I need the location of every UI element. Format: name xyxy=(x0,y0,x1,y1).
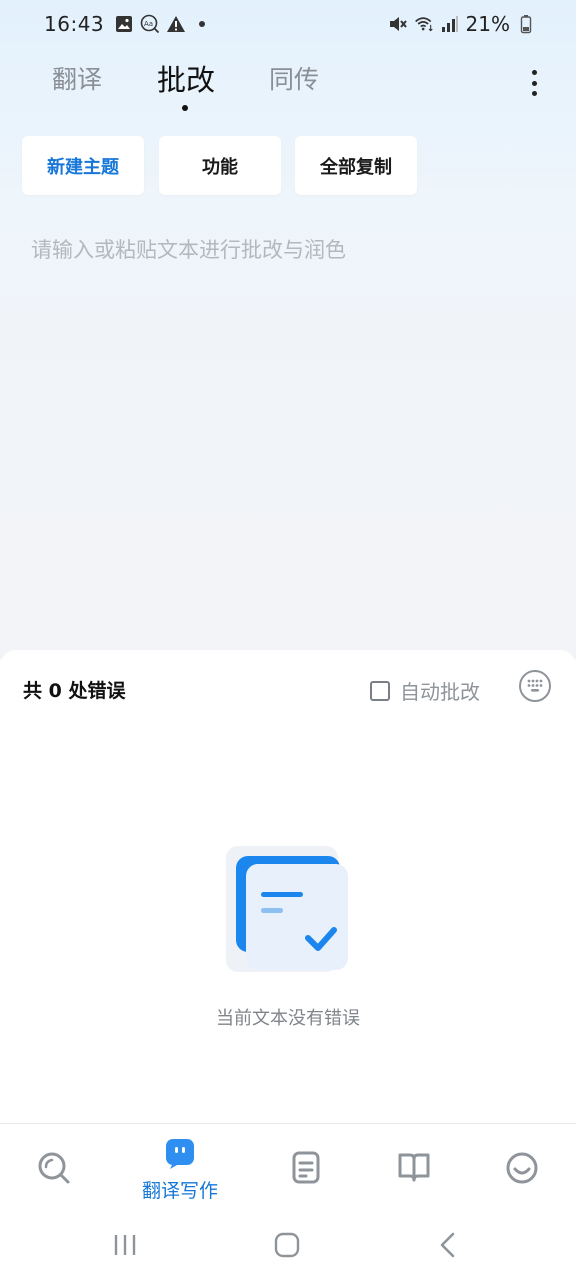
new-topic-button[interactable]: 新建主题 xyxy=(22,136,144,195)
wifi-icon xyxy=(414,14,434,34)
search-icon xyxy=(37,1151,71,1189)
document-icon xyxy=(291,1151,321,1189)
nav-translate-write-label: 翻译写作 xyxy=(141,1180,218,1202)
bottom-nav: 翻译写作 xyxy=(0,1123,576,1215)
svg-text:Aa: Aa xyxy=(144,20,153,28)
recent-apps-icon[interactable] xyxy=(112,1233,138,1261)
text-size-icon: Aa xyxy=(140,14,160,34)
error-count: 0 xyxy=(48,680,62,702)
home-icon[interactable] xyxy=(273,1232,301,1262)
error-prefix: 共 xyxy=(23,680,43,702)
battery-level: 21% xyxy=(465,12,510,36)
translate-write-icon xyxy=(164,1138,196,1174)
back-icon[interactable] xyxy=(438,1232,458,1262)
top-tabs: 翻译 批改 同传 xyxy=(0,60,576,120)
more-options-icon[interactable] xyxy=(526,68,542,98)
mute-icon xyxy=(388,14,408,34)
warning-icon xyxy=(166,14,186,34)
error-panel: 共 0 处错误 自动批改 当前文本没有错误 xyxy=(0,650,576,1124)
battery-icon xyxy=(516,14,536,34)
no-errors-illustration xyxy=(226,846,350,972)
copy-all-button[interactable]: 全部复制 xyxy=(295,136,417,195)
book-icon xyxy=(397,1151,431,1187)
signal-icon xyxy=(440,14,460,34)
nav-search[interactable] xyxy=(4,1124,104,1216)
smile-icon xyxy=(505,1151,539,1189)
status-time: 16:43 xyxy=(44,12,105,36)
status-bar: 16:43 Aa 21% xyxy=(0,0,576,48)
nav-document[interactable] xyxy=(256,1124,356,1216)
text-input-area[interactable]: 请输入或粘贴文本进行批改与润色 xyxy=(31,234,346,264)
nav-translate-write[interactable]: 翻译写作 xyxy=(130,1124,230,1216)
nav-book[interactable] xyxy=(364,1124,464,1216)
error-count-label: 共 0 处错误 xyxy=(23,676,126,703)
tab-proofread[interactable]: 批改 xyxy=(157,57,215,99)
tab-translate[interactable]: 翻译 xyxy=(52,60,102,96)
nav-profile[interactable] xyxy=(472,1124,572,1216)
auto-check-label: 自动批改 xyxy=(400,680,480,704)
gallery-icon xyxy=(114,14,134,34)
error-suffix: 处错误 xyxy=(68,680,126,702)
tab-simultaneous[interactable]: 同传 xyxy=(269,60,319,96)
system-nav-bar xyxy=(0,1215,576,1280)
functions-button[interactable]: 功能 xyxy=(159,136,281,195)
dot-icon xyxy=(192,14,212,34)
active-tab-indicator xyxy=(182,105,188,111)
empty-state-text: 当前文本没有错误 xyxy=(216,1008,360,1029)
auto-check-checkbox[interactable] xyxy=(370,680,390,701)
auto-check-toggle[interactable]: 自动批改 xyxy=(370,676,480,705)
keyboard-icon[interactable] xyxy=(519,670,551,702)
